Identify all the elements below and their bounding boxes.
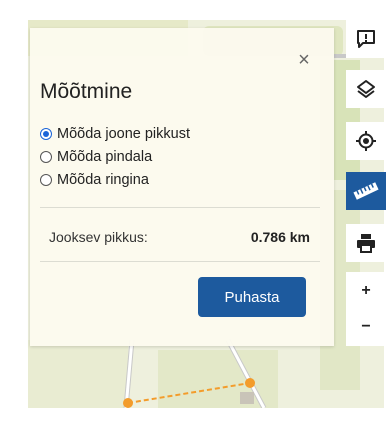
zoom-out-button[interactable]: −	[346, 308, 386, 346]
minus-icon: −	[361, 318, 371, 335]
option-label: Mõõda joone pikkust	[57, 126, 190, 142]
locate-button[interactable]	[346, 122, 386, 160]
divider	[40, 261, 320, 262]
radio-circle[interactable]	[40, 174, 52, 186]
locate-icon	[356, 131, 376, 151]
option-area[interactable]: Mõõda pindala	[40, 147, 152, 167]
option-circle[interactable]: Mõõda ringina	[40, 170, 149, 190]
measure-point	[245, 378, 255, 388]
radio-line-length[interactable]	[40, 128, 52, 140]
ruler-icon	[353, 182, 379, 200]
divider	[40, 207, 320, 208]
layers-icon	[357, 80, 375, 98]
building	[240, 392, 254, 404]
panel-title: Mõõtmine	[40, 80, 133, 103]
length-value: 0.786 km	[250, 229, 310, 245]
plus-icon: +	[361, 282, 371, 299]
measure-point	[123, 398, 133, 408]
radio-area[interactable]	[40, 151, 52, 163]
close-icon: ×	[298, 49, 310, 71]
feedback-icon	[357, 30, 375, 48]
print-icon	[357, 234, 375, 253]
app-frame: × Mõõtmine Mõõda joone pikkust Mõõda pin…	[0, 0, 388, 424]
layers-button[interactable]	[346, 70, 386, 108]
clear-button[interactable]: Puhasta	[198, 277, 306, 317]
length-label: Jooksev pikkus:	[49, 229, 148, 245]
close-button[interactable]: ×	[294, 50, 314, 70]
print-button[interactable]	[346, 224, 386, 262]
option-label: Mõõda ringina	[57, 172, 149, 188]
zoom-in-button[interactable]: +	[346, 272, 386, 310]
option-line-length[interactable]: Mõõda joone pikkust	[40, 124, 190, 144]
option-label: Mõõda pindala	[57, 149, 153, 165]
measure-line	[127, 382, 251, 404]
feedback-button[interactable]	[346, 20, 386, 58]
measure-tool-button[interactable]	[346, 172, 386, 210]
